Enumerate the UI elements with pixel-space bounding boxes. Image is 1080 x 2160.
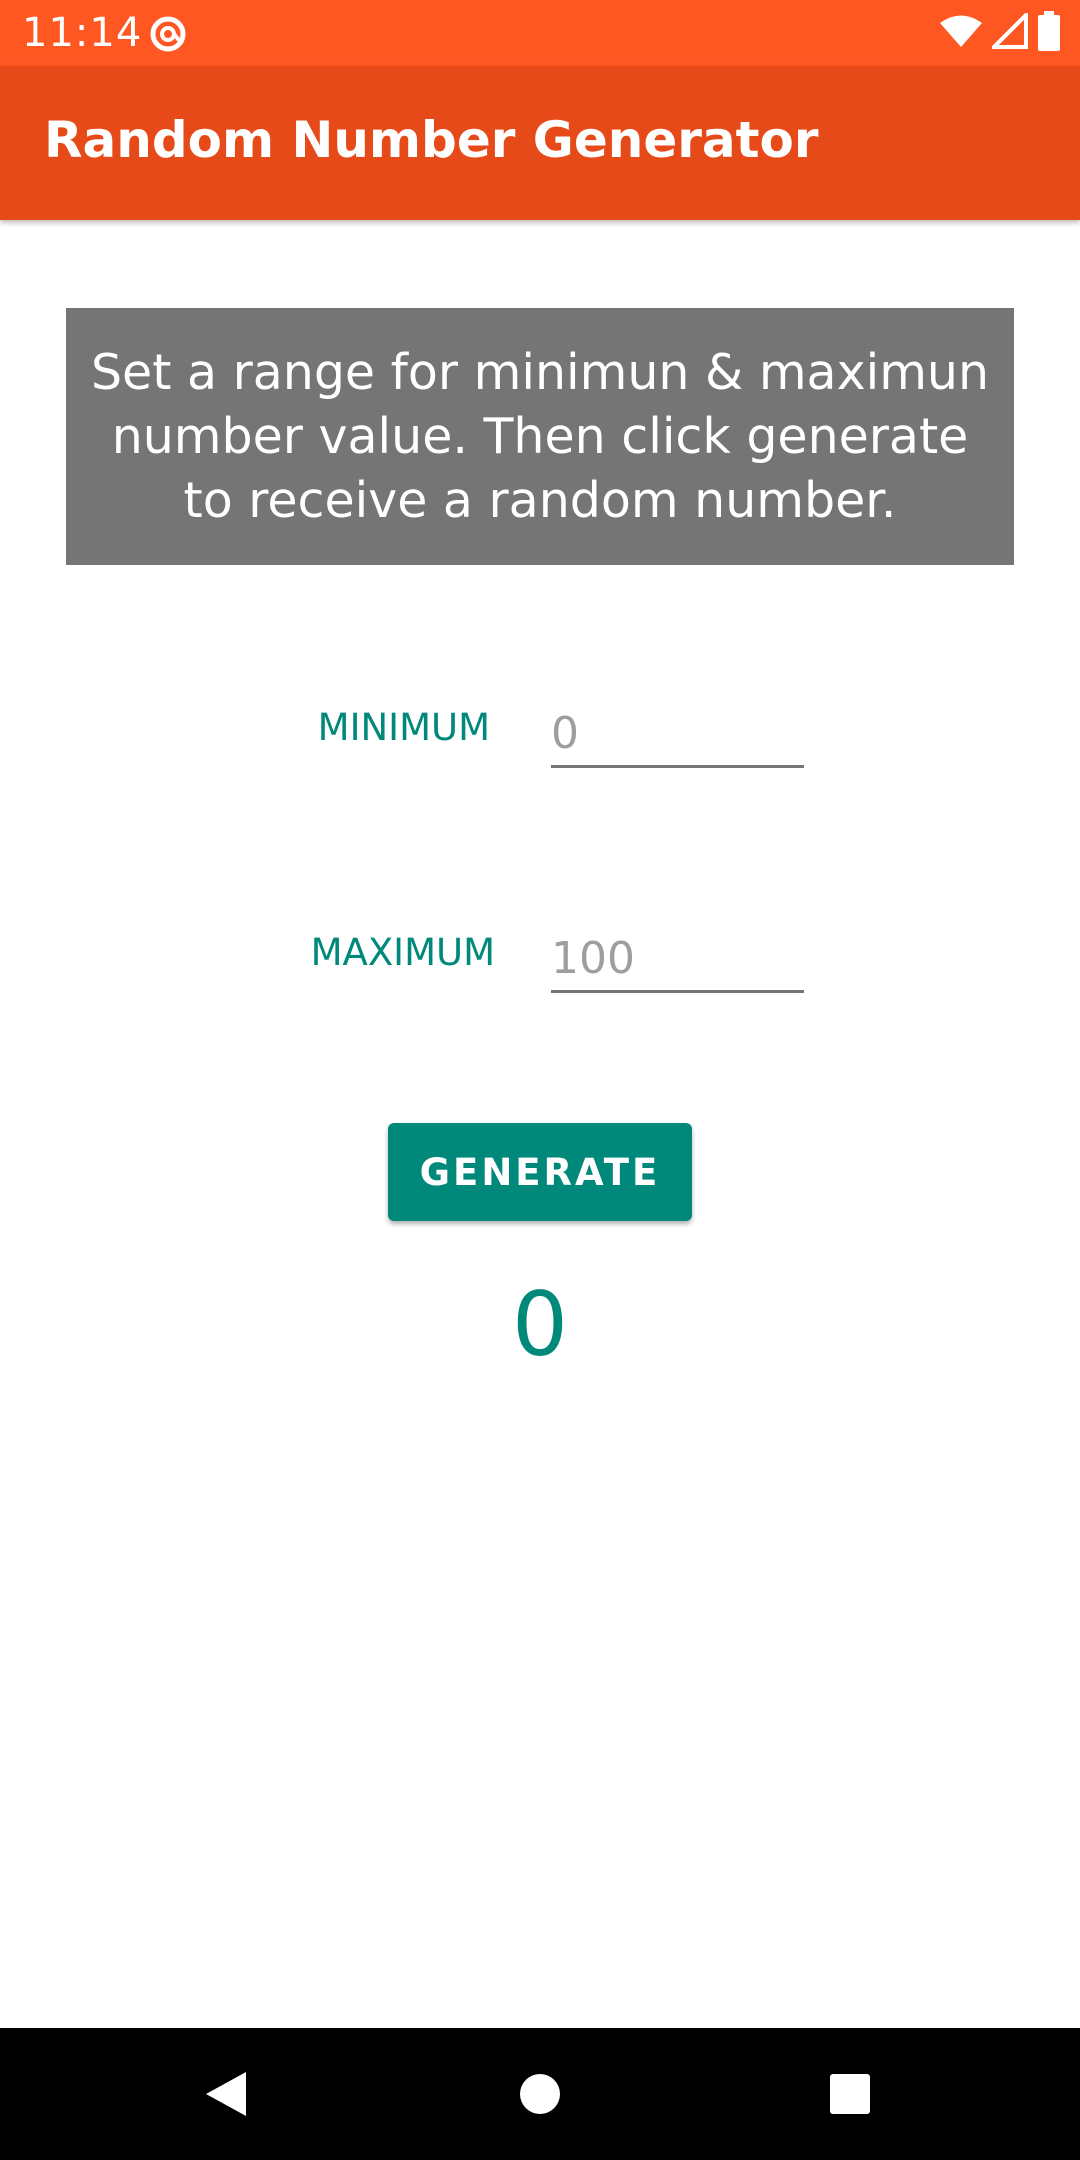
status-icons (940, 10, 1060, 55)
maximum-label: MAXIMUM (310, 931, 495, 974)
battery-icon (1038, 11, 1060, 55)
result-value: 0 (512, 1273, 568, 1376)
back-icon[interactable] (196, 2064, 256, 2124)
status-time: 11:14 (22, 10, 143, 56)
generate-button[interactable]: GENERATE (388, 1123, 692, 1221)
app-title: Random Number Generator (44, 111, 819, 169)
screen: 11:14 Random Number Generator Set a rang… (0, 0, 1080, 2160)
instructions-banner: Set a range for minimun & maximun number… (66, 308, 1014, 565)
maximum-input[interactable] (551, 927, 804, 993)
navigation-bar (0, 2028, 1080, 2160)
at-sign-notification-icon (148, 14, 188, 54)
status-bar: 11:14 (0, 0, 1080, 66)
minimum-label: MINIMUM (317, 706, 490, 749)
recents-icon[interactable] (820, 2064, 880, 2124)
instructions-text: Set a range for minimun & maximun number… (90, 343, 990, 529)
minimum-input[interactable] (551, 702, 804, 768)
cell-signal-icon (989, 10, 1028, 53)
wifi-icon (940, 14, 982, 52)
app-bar: Random Number Generator (0, 66, 1080, 220)
home-icon[interactable] (510, 2064, 570, 2124)
